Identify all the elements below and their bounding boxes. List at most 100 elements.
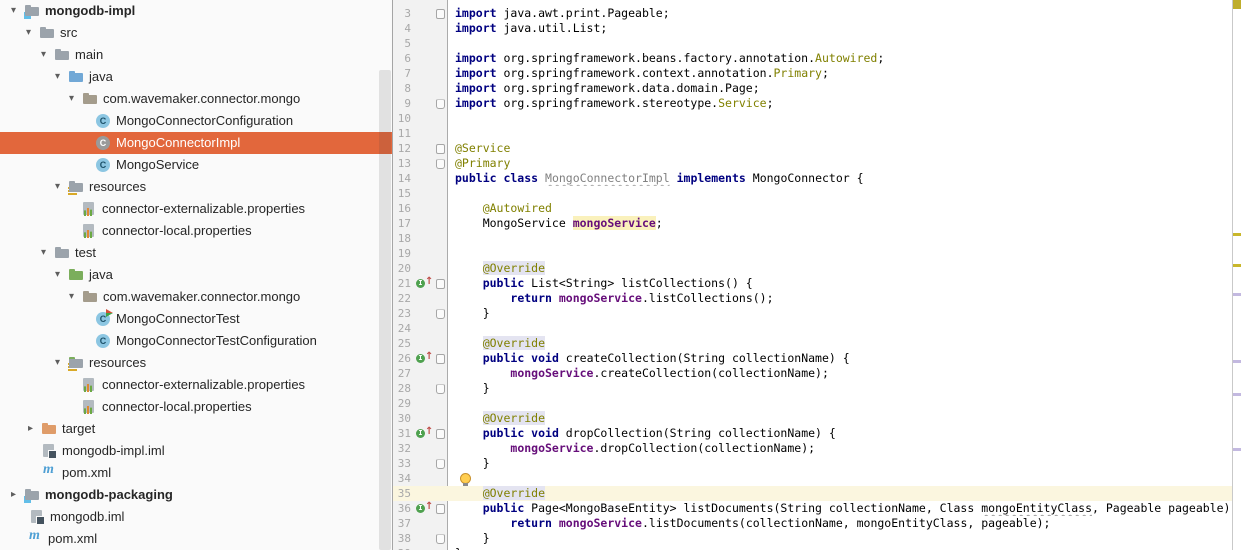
code-text[interactable]: [448, 186, 1241, 201]
line-number[interactable]: 7: [393, 66, 415, 81]
line-number[interactable]: 15: [393, 186, 415, 201]
code-text[interactable]: public class MongoConnectorImpl implemen…: [448, 171, 1241, 186]
line-number[interactable]: 6: [393, 51, 415, 66]
tree-item-connector-externalizable-properties[interactable]: connector-externalizable.properties: [0, 374, 392, 396]
implements-method-icon[interactable]: I↑: [416, 278, 432, 289]
warning-stripe-mark[interactable]: [1233, 233, 1241, 236]
line-number[interactable]: 27: [393, 366, 415, 381]
line-number[interactable]: 14: [393, 171, 415, 186]
implements-method-icon[interactable]: I↑: [416, 503, 432, 514]
fold-marker-icon[interactable]: [436, 309, 445, 319]
line-number[interactable]: 30: [393, 411, 415, 426]
code-text[interactable]: import org.springframework.data.domain.P…: [448, 81, 1241, 96]
tree-item-target[interactable]: ▸target: [0, 418, 392, 440]
chevron-expanded-icon[interactable]: ▾: [41, 44, 54, 66]
line-number[interactable]: 37: [393, 516, 415, 531]
tree-item-mongodb-iml[interactable]: mongodb.iml: [0, 506, 392, 528]
line-number[interactable]: 9: [393, 96, 415, 111]
info-stripe-mark[interactable]: [1233, 360, 1241, 363]
tree-item-java[interactable]: ▾java: [0, 264, 392, 286]
tree-item-main[interactable]: ▾main: [0, 44, 392, 66]
line-number[interactable]: 11: [393, 126, 415, 141]
code-text[interactable]: public void dropCollection(String collec…: [448, 426, 1241, 441]
line-number[interactable]: 22: [393, 291, 415, 306]
line-number[interactable]: 17: [393, 216, 415, 231]
tree-item-test[interactable]: ▾test: [0, 242, 392, 264]
info-stripe-mark[interactable]: [1233, 293, 1241, 296]
line-number[interactable]: 19: [393, 246, 415, 261]
tree-item-mongoservice[interactable]: MongoService: [0, 154, 392, 176]
code-text[interactable]: public void createCollection(String coll…: [448, 351, 1241, 366]
tree-item-connector-externalizable-properties[interactable]: connector-externalizable.properties: [0, 198, 392, 220]
info-stripe-mark[interactable]: [1233, 448, 1241, 451]
code-text[interactable]: @Override: [448, 336, 1241, 351]
line-number[interactable]: 28: [393, 381, 415, 396]
chevron-expanded-icon[interactable]: ▾: [55, 352, 68, 374]
tree-item-mongoconnectorconfiguration[interactable]: MongoConnectorConfiguration: [0, 110, 392, 132]
line-number[interactable]: 26: [393, 351, 415, 366]
code-text[interactable]: return mongoService.listCollections();: [448, 291, 1241, 306]
code-text[interactable]: MongoService mongoService;: [448, 216, 1241, 231]
line-number[interactable]: 18: [393, 231, 415, 246]
line-number[interactable]: 21: [393, 276, 415, 291]
line-number[interactable]: 31: [393, 426, 415, 441]
code-text[interactable]: }: [448, 381, 1241, 396]
line-number[interactable]: 32: [393, 441, 415, 456]
code-text[interactable]: public List<String> listCollections() {: [448, 276, 1241, 291]
error-stripe[interactable]: [1232, 0, 1241, 550]
fold-marker-icon[interactable]: [436, 459, 445, 469]
fold-marker-icon[interactable]: [436, 279, 445, 289]
tree-item-resources[interactable]: ▾resources: [0, 352, 392, 374]
line-number[interactable]: 16: [393, 201, 415, 216]
code-text[interactable]: mongoService.createCollection(collection…: [448, 366, 1241, 381]
code-text[interactable]: import org.springframework.context.annot…: [448, 66, 1241, 81]
tree-item-connector-local-properties[interactable]: connector-local.properties: [0, 396, 392, 418]
code-text[interactable]: [448, 231, 1241, 246]
fold-marker-icon[interactable]: [436, 384, 445, 394]
code-text[interactable]: @Service: [448, 141, 1241, 156]
code-text[interactable]: import java.util.List;: [448, 21, 1241, 36]
line-number[interactable]: 3: [393, 6, 415, 21]
chevron-expanded-icon[interactable]: ▾: [69, 286, 82, 308]
fold-marker-icon[interactable]: [436, 9, 445, 19]
tree-item-mongoconnectortestconfiguration[interactable]: MongoConnectorTestConfiguration: [0, 330, 392, 352]
fold-marker-icon[interactable]: [436, 159, 445, 169]
fold-marker-icon[interactable]: [436, 144, 445, 154]
code-text[interactable]: }: [448, 306, 1241, 321]
code-text[interactable]: [448, 111, 1241, 126]
tree-item-mongoconnectorimpl[interactable]: MongoConnectorImpl: [0, 132, 392, 154]
implements-method-icon[interactable]: I↑: [416, 353, 432, 364]
chevron-expanded-icon[interactable]: ▾: [55, 264, 68, 286]
intention-bulb-icon[interactable]: [460, 473, 471, 484]
line-number[interactable]: 8: [393, 81, 415, 96]
line-number[interactable]: 36: [393, 501, 415, 516]
code-text[interactable]: import org.springframework.beans.factory…: [448, 51, 1241, 66]
line-number[interactable]: 39: [393, 546, 415, 550]
tree-item-src[interactable]: ▾src: [0, 22, 392, 44]
tree-item-com-wavemaker-connector-mongo[interactable]: ▾com.wavemaker.connector.mongo: [0, 286, 392, 308]
line-number[interactable]: 23: [393, 306, 415, 321]
code-text[interactable]: @Override: [448, 261, 1241, 276]
tree-item-pom-xml[interactable]: pom.xml: [0, 528, 392, 550]
tree-item-mongoconnectortest[interactable]: MongoConnectorTest: [0, 308, 392, 330]
info-stripe-mark[interactable]: [1233, 393, 1241, 396]
tree-item-mongodb-impl-iml[interactable]: mongodb-impl.iml: [0, 440, 392, 462]
code-text[interactable]: import java.awt.print.Pageable;: [448, 6, 1241, 21]
warning-stripe-mark[interactable]: [1233, 264, 1241, 267]
tree-item-java[interactable]: ▾java: [0, 66, 392, 88]
tree-scrollbar-thumb[interactable]: [379, 70, 391, 550]
code-text[interactable]: @Override: [448, 411, 1241, 426]
code-text[interactable]: return mongoService.listDocuments(collec…: [448, 516, 1241, 531]
chevron-expanded-icon[interactable]: ▾: [55, 176, 68, 198]
code-text[interactable]: [448, 36, 1241, 51]
line-number[interactable]: 4: [393, 21, 415, 36]
line-number[interactable]: 34: [393, 471, 415, 486]
tree-item-resources[interactable]: ▾resources: [0, 176, 392, 198]
line-number[interactable]: 29: [393, 396, 415, 411]
line-number[interactable]: 24: [393, 321, 415, 336]
line-number[interactable]: 5: [393, 36, 415, 51]
chevron-expanded-icon[interactable]: ▾: [41, 242, 54, 264]
fold-marker-icon[interactable]: [436, 534, 445, 544]
tree-item-com-wavemaker-connector-mongo[interactable]: ▾com.wavemaker.connector.mongo: [0, 88, 392, 110]
chevron-expanded-icon[interactable]: ▾: [69, 88, 82, 110]
